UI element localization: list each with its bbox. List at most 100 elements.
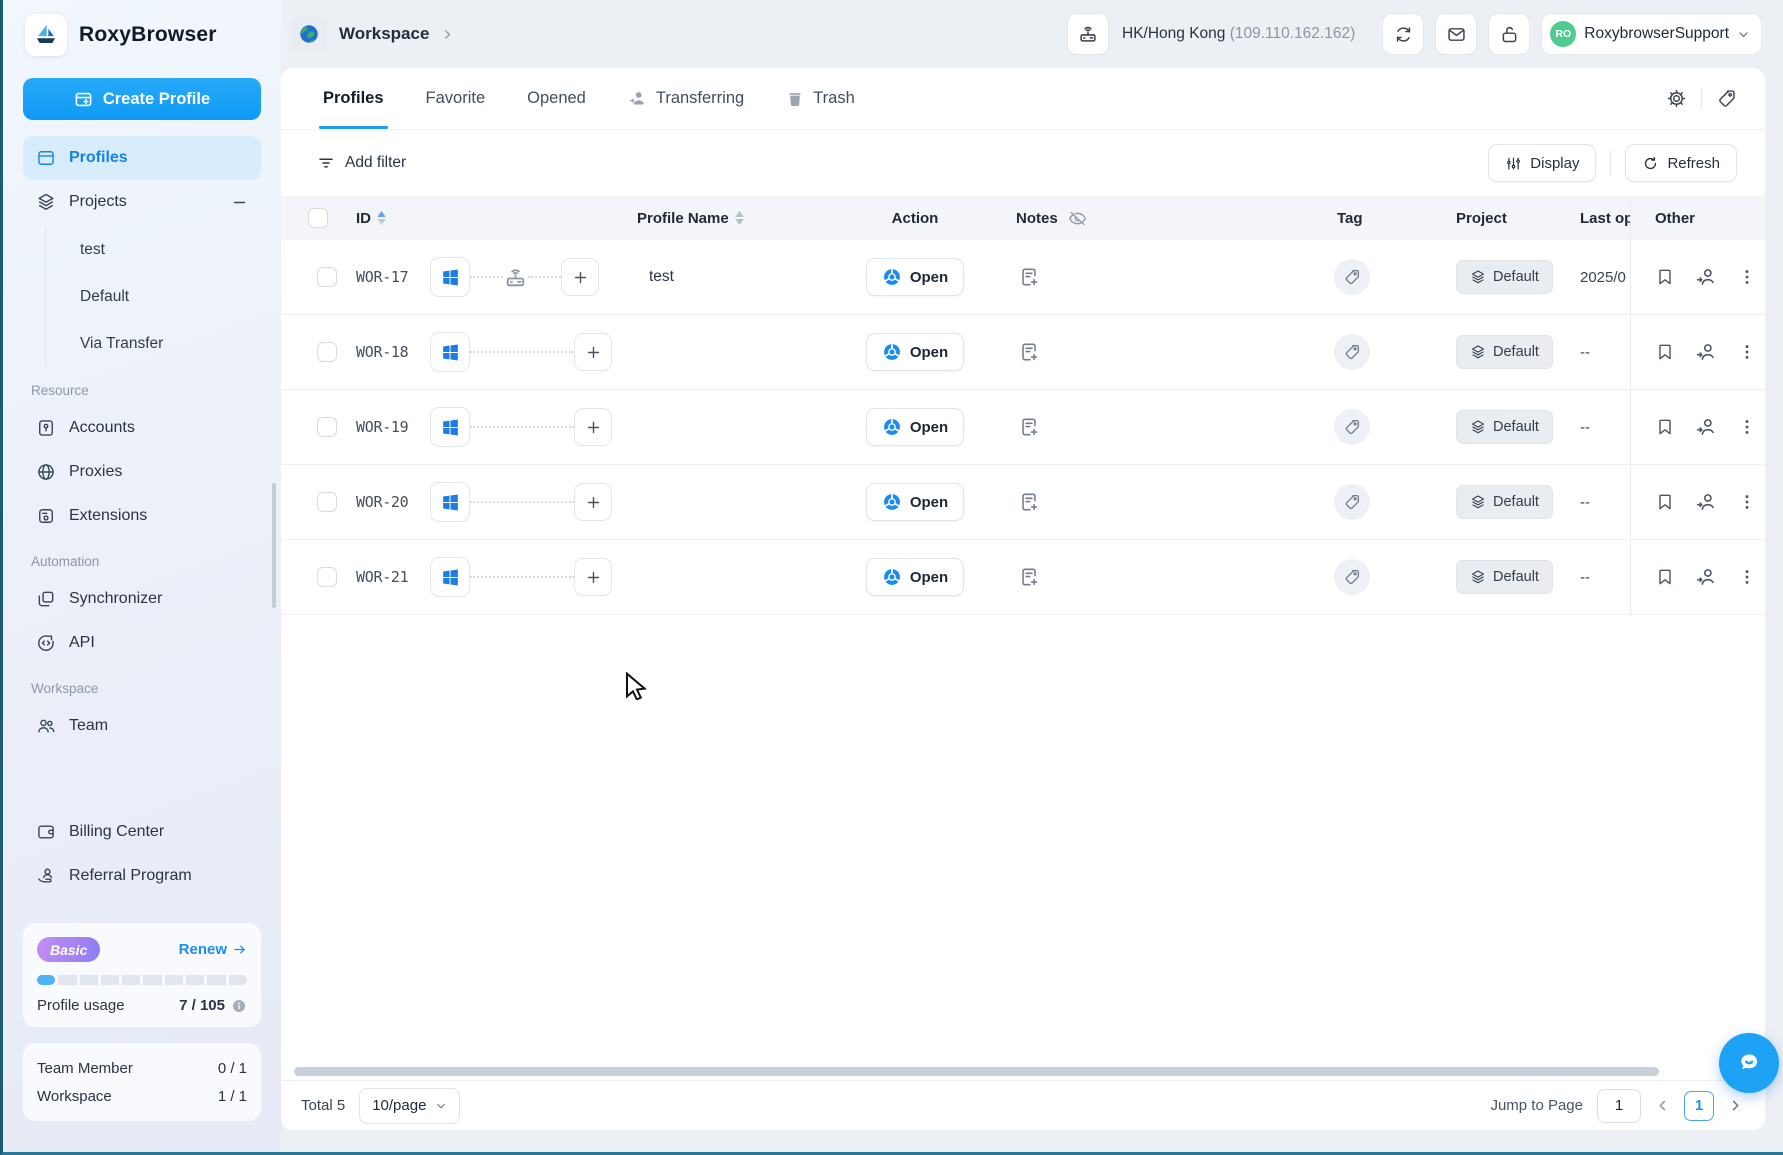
divider: [1701, 89, 1702, 109]
proxy-router-button[interactable]: [1067, 13, 1109, 55]
sidebar-subitem-via-transfer[interactable]: Via Transfer: [46, 320, 263, 367]
open-profile-button[interactable]: Open: [866, 558, 964, 596]
windows-os-button[interactable]: [430, 332, 470, 372]
bookmark-icon[interactable]: [1655, 267, 1675, 287]
tab-profiles[interactable]: Profiles: [323, 68, 384, 129]
bookmark-icon[interactable]: [1655, 342, 1675, 362]
row-menu-icon[interactable]: [1737, 567, 1757, 587]
open-profile-button[interactable]: Open: [866, 333, 964, 371]
row-menu-icon[interactable]: [1737, 342, 1757, 362]
add-note-icon[interactable]: [1018, 566, 1040, 588]
sidebar-item-profiles[interactable]: Profiles: [23, 136, 261, 180]
support-chat-button[interactable]: [1719, 1033, 1779, 1093]
info-icon[interactable]: [231, 998, 247, 1014]
transfer-profile-icon[interactable]: [1695, 491, 1717, 513]
page-number-button[interactable]: 1: [1684, 1091, 1714, 1121]
bookmark-icon[interactable]: [1655, 492, 1675, 512]
total-count: Total 5: [301, 1097, 345, 1114]
connector-line: [470, 576, 574, 578]
user-menu[interactable]: RO RoxybrowserSupport: [1541, 13, 1762, 55]
sort-id-icon[interactable]: [377, 211, 386, 225]
add-note-icon[interactable]: [1018, 341, 1040, 363]
tab-trash[interactable]: Trash: [786, 68, 855, 129]
bookmark-icon[interactable]: [1655, 417, 1675, 437]
row-checkbox[interactable]: [317, 417, 337, 437]
next-page-button[interactable]: [1728, 1098, 1743, 1113]
sidebar-subitem-default[interactable]: Default: [46, 273, 263, 320]
tag-manager-icon[interactable]: [1716, 88, 1737, 109]
row-tag-button[interactable]: [1334, 559, 1370, 595]
horizontal-scrollbar[interactable]: [294, 1067, 1659, 1076]
windows-os-button[interactable]: [430, 482, 470, 522]
sidebar-item-accounts[interactable]: Accounts: [23, 406, 261, 450]
select-all-checkbox[interactable]: [308, 208, 328, 228]
sidebar-subitem-test[interactable]: test: [46, 226, 263, 273]
tab-favorite[interactable]: Favorite: [426, 68, 486, 129]
row-menu-icon[interactable]: [1737, 417, 1757, 437]
collapse-minus-icon[interactable]: [231, 194, 248, 211]
add-proxy-button[interactable]: [574, 408, 612, 446]
tab-opened[interactable]: Opened: [527, 68, 586, 129]
earth-icon: [298, 23, 320, 45]
sidebar-item-team[interactable]: Team: [23, 704, 261, 748]
last-opened: --: [1570, 569, 1630, 586]
row-tag-button[interactable]: [1334, 334, 1370, 370]
sidebar-item-proxies[interactable]: Proxies: [23, 450, 261, 494]
unlock-button[interactable]: [1488, 13, 1530, 55]
transfer-profile-icon[interactable]: [1695, 566, 1717, 588]
prev-page-button[interactable]: [1655, 1098, 1670, 1113]
row-checkbox[interactable]: [317, 342, 337, 362]
row-tag-button[interactable]: [1334, 409, 1370, 445]
add-proxy-button[interactable]: [561, 258, 599, 296]
row-checkbox[interactable]: [317, 492, 337, 512]
add-filter-button[interactable]: Add filter: [317, 154, 406, 172]
sort-name-icon[interactable]: [735, 211, 744, 225]
add-proxy-button[interactable]: [574, 333, 612, 371]
add-note-icon[interactable]: [1018, 266, 1040, 288]
settings-gear-icon[interactable]: [1666, 88, 1687, 109]
sidebar-item-referral-program[interactable]: Referral Program: [23, 854, 261, 898]
windows-os-button[interactable]: [430, 557, 470, 597]
row-menu-icon[interactable]: [1737, 492, 1757, 512]
add-note-icon[interactable]: [1018, 416, 1040, 438]
add-proxy-button[interactable]: [574, 483, 612, 521]
windows-os-button[interactable]: [430, 407, 470, 447]
row-menu-icon[interactable]: [1737, 267, 1757, 287]
tab-transferring[interactable]: Transferring: [628, 68, 744, 129]
sidebar-item-extensions[interactable]: Extensions: [23, 494, 261, 538]
add-note-icon[interactable]: [1018, 491, 1040, 513]
open-profile-button[interactable]: Open: [866, 483, 964, 521]
sidebar-item-projects[interactable]: Projects: [23, 180, 261, 224]
connector-line: [470, 501, 574, 503]
per-page-select[interactable]: 10/page: [359, 1088, 460, 1124]
open-profile-button[interactable]: Open: [866, 258, 964, 296]
refresh-button[interactable]: Refresh: [1625, 144, 1737, 182]
display-button[interactable]: Display: [1488, 144, 1596, 182]
transfer-profile-icon[interactable]: [1695, 416, 1717, 438]
row-checkbox[interactable]: [317, 567, 337, 587]
bookmark-icon[interactable]: [1655, 567, 1675, 587]
browser-window-icon: [36, 148, 56, 168]
eye-off-icon[interactable]: [1068, 209, 1087, 228]
jump-to-page-input[interactable]: [1597, 1089, 1641, 1123]
mail-button[interactable]: [1435, 13, 1477, 55]
usage-progress-segment: [80, 975, 98, 985]
sidebar-item-billing-center[interactable]: Billing Center: [23, 810, 261, 854]
breadcrumb[interactable]: Workspace: [291, 16, 454, 52]
transfer-profile-icon[interactable]: [1695, 266, 1717, 288]
add-proxy-button[interactable]: [574, 558, 612, 596]
sync-button[interactable]: [1382, 13, 1424, 55]
row-tag-button[interactable]: [1334, 259, 1370, 295]
sidebar-scrollbar-thumb[interactable]: [272, 483, 276, 608]
windows-os-button[interactable]: [430, 257, 470, 297]
row-tag-button[interactable]: [1334, 484, 1370, 520]
row-checkbox[interactable]: [317, 267, 337, 287]
sidebar-item-synchronizer[interactable]: Synchronizer: [23, 577, 261, 621]
create-profile-button[interactable]: Create Profile: [23, 78, 261, 120]
sidebar: RoxyBrowser Create Profile Profiles Proj…: [3, 0, 281, 1152]
renew-link[interactable]: Renew: [179, 941, 247, 958]
open-profile-button[interactable]: Open: [866, 408, 964, 446]
transfer-profile-icon[interactable]: [1695, 341, 1717, 363]
sidebar-item-api[interactable]: API: [23, 621, 261, 665]
column-header-other: Other: [1655, 210, 1695, 227]
